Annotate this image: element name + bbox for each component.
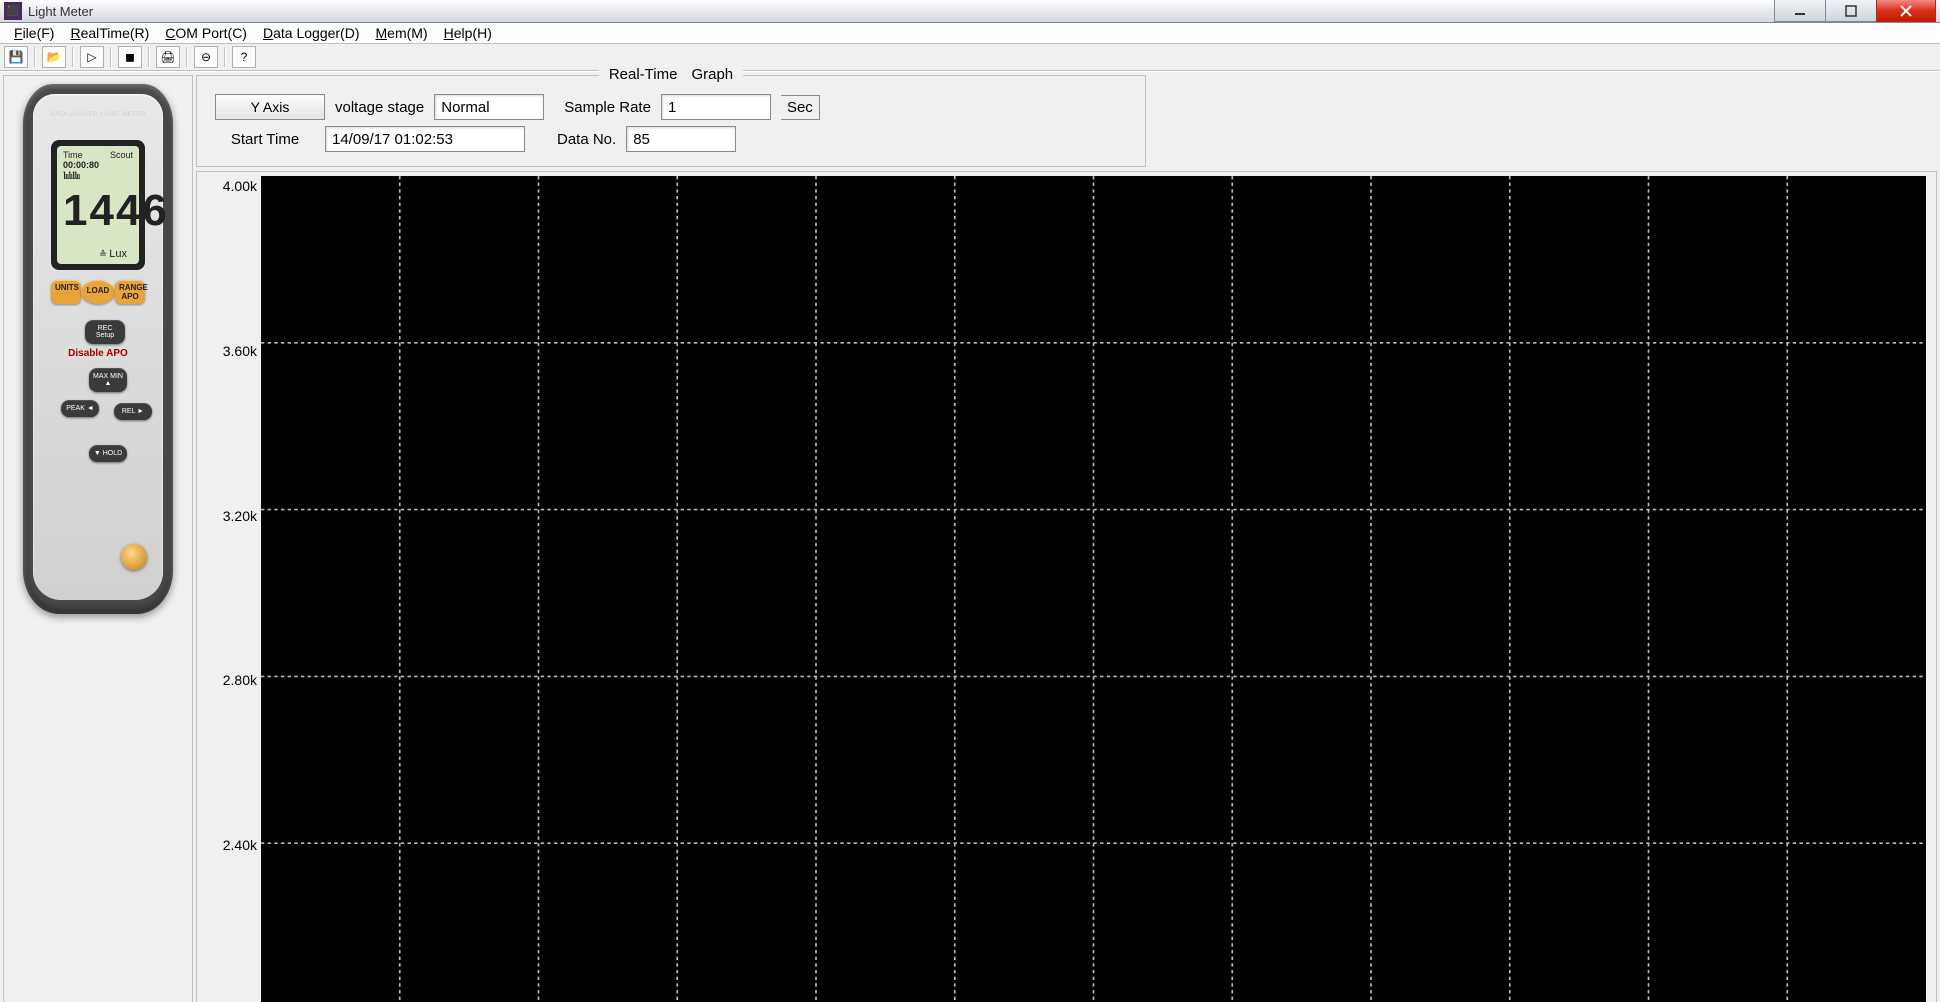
maximize-button[interactable] xyxy=(1825,0,1877,22)
starttime-field[interactable] xyxy=(325,126,525,152)
device-reading: 1446 xyxy=(63,189,133,233)
samplerate-label: Sample Rate xyxy=(564,99,651,116)
device-maxmin-button[interactable]: MAX MIN ▲ xyxy=(89,368,127,392)
close-button[interactable] xyxy=(1876,0,1936,22)
device-top-label: DATA LOGGER LIGHT METER xyxy=(33,112,163,118)
datano-label: Data No. xyxy=(557,131,616,148)
print-icon[interactable]: 🖨 xyxy=(156,46,180,68)
device-load-button[interactable]: LOAD xyxy=(81,280,115,304)
window-buttons xyxy=(1774,0,1940,22)
play-icon[interactable]: ▷ xyxy=(80,46,104,68)
app-icon xyxy=(4,2,22,20)
starttime-label: Start Time xyxy=(215,131,315,148)
menu-comport[interactable]: COM Port(C) xyxy=(157,23,255,43)
voltage-field[interactable] xyxy=(434,94,544,120)
device-unit: Lux xyxy=(99,248,127,260)
device-rel-button[interactable]: REL ► xyxy=(114,403,152,420)
menu-bar: File(F) RealTime(R) COM Port(C) Data Log… xyxy=(0,23,1940,44)
device-units-button[interactable]: UNITS xyxy=(51,280,81,304)
menu-file[interactable]: File(F) xyxy=(6,23,62,43)
device-lcd: Time00:00:80 Scout ⲒⲓⲓⲒⲓⲒⲒⲓⲓ 1446 Lux xyxy=(57,146,139,264)
device-panel: DATA LOGGER LIGHT METER Time00:00:80 Sco… xyxy=(3,75,193,1002)
content-column: Real-Time Graph Y Axis voltage stage Sam… xyxy=(196,75,1937,1002)
yaxis-button[interactable]: Y Axis xyxy=(215,94,325,120)
window-title: Light Meter xyxy=(28,4,93,19)
chart-plot[interactable] xyxy=(261,176,1926,1002)
minimize-button[interactable] xyxy=(1774,0,1826,22)
voltage-label: voltage stage xyxy=(335,99,424,116)
menu-realtime[interactable]: RealTime(R) xyxy=(62,23,157,43)
groupbox-legend-graph: Graph xyxy=(691,66,733,83)
device-hold-button[interactable]: ▼ HOLD xyxy=(89,445,127,462)
device-peak-button[interactable]: PEAK ◄ xyxy=(61,400,99,417)
device-rec-button[interactable]: REC Setup xyxy=(85,320,125,344)
samplerate-field[interactable] xyxy=(661,94,771,120)
device-power-button[interactable] xyxy=(121,544,147,570)
datano-field[interactable] xyxy=(626,126,736,152)
device-illustration: DATA LOGGER LIGHT METER Time00:00:80 Sco… xyxy=(23,84,173,614)
device-apo-label: Disable APO xyxy=(33,348,163,359)
title-bar: Light Meter xyxy=(0,0,1940,23)
device-range-button[interactable]: RANGE APO xyxy=(115,280,145,304)
menu-datalogger[interactable]: Data Logger(D) xyxy=(255,23,368,43)
samplerate-unit: Sec xyxy=(781,95,820,120)
chart-area: 4.00k3.60k3.20k2.80k2.40k2.00k1.60k1.20k… xyxy=(196,171,1937,1002)
chart-y-labels: 4.00k3.60k3.20k2.80k2.40k2.00k1.60k1.20k… xyxy=(201,176,261,1002)
menu-mem[interactable]: Mem(M) xyxy=(368,23,436,43)
save-icon[interactable]: 💾 xyxy=(4,46,28,68)
realtime-groupbox: Real-Time Graph Y Axis voltage stage Sam… xyxy=(196,75,1146,167)
groupbox-legend-realtime: Real-Time xyxy=(609,66,678,83)
menu-help[interactable]: Help(H) xyxy=(436,23,500,43)
zoom-out-icon[interactable]: ⊖ xyxy=(194,46,218,68)
toolbar: 💾 📂 ▷ ◼ 🖨 ⊖ ? xyxy=(0,44,1940,71)
open-icon[interactable]: 📂 xyxy=(42,46,66,68)
help-icon[interactable]: ? xyxy=(232,46,256,68)
client-area: DATA LOGGER LIGHT METER Time00:00:80 Sco… xyxy=(0,71,1940,1002)
stop-icon[interactable]: ◼ xyxy=(118,46,142,68)
device-dpad: MAX MIN ▲ PEAK ◄ REL ► ▼ HOLD xyxy=(65,368,151,462)
